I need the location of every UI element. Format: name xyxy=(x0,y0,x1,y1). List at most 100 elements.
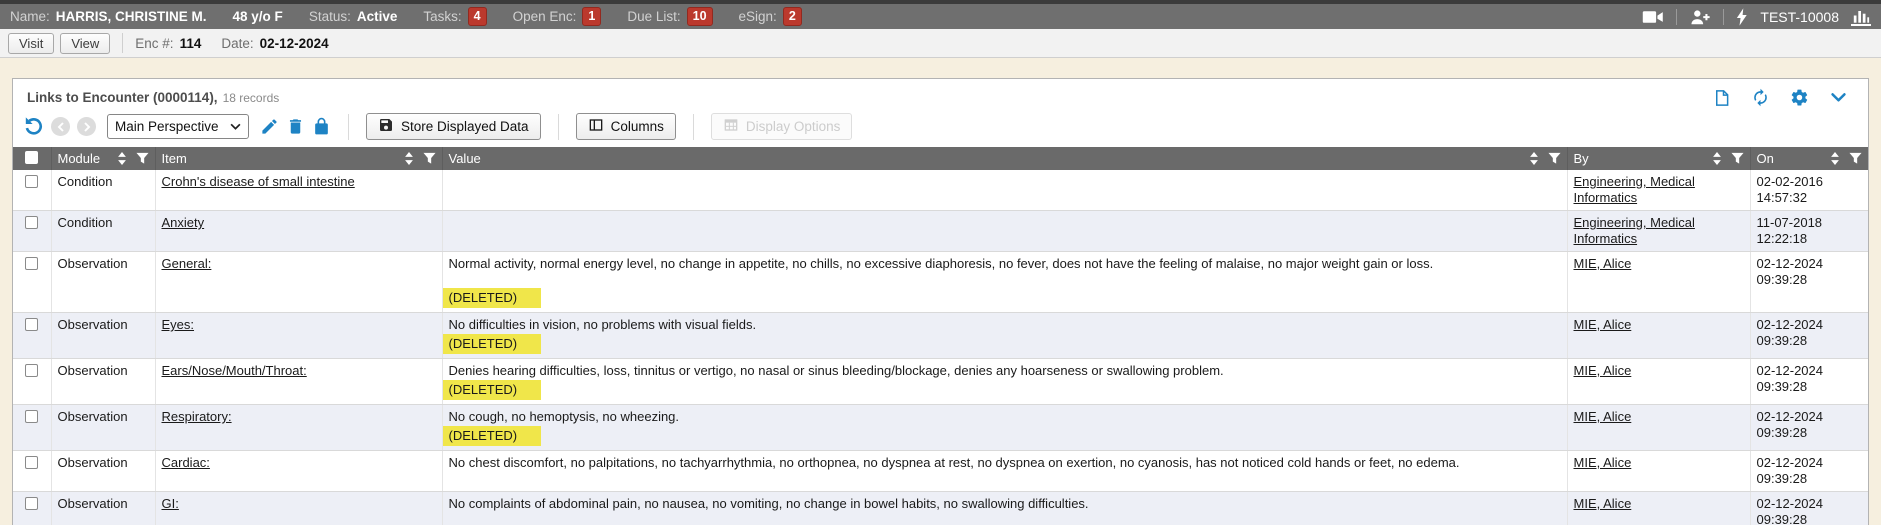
video-camera-icon[interactable] xyxy=(1642,9,1664,25)
table-row: Condition Crohn's disease of small intest… xyxy=(13,170,1868,211)
by-link[interactable]: MIE, Alice xyxy=(1574,409,1632,424)
item-link[interactable]: Crohn's disease of small intestine xyxy=(162,174,355,189)
name-label: Name: xyxy=(10,9,50,24)
filter-icon[interactable] xyxy=(423,152,436,165)
value-cell: No chest discomfort, no palpitations, no… xyxy=(442,451,1567,492)
by-link[interactable]: MIE, Alice xyxy=(1574,455,1632,470)
lock-icon[interactable] xyxy=(312,117,331,136)
by-link[interactable]: Engineering, Medical Informatics xyxy=(1574,215,1695,246)
item-link[interactable]: Cardiac: xyxy=(162,455,210,470)
sort-icon[interactable] xyxy=(1529,152,1539,165)
deleted-highlight: (DELETED) xyxy=(443,288,542,308)
sort-icon[interactable] xyxy=(404,152,414,165)
value-cell xyxy=(442,170,1567,211)
document-icon[interactable] xyxy=(1713,89,1731,107)
row-checkbox[interactable] xyxy=(25,318,38,331)
by-link[interactable]: MIE, Alice xyxy=(1574,363,1632,378)
filter-icon[interactable] xyxy=(1548,152,1561,165)
by-link[interactable]: MIE, Alice xyxy=(1574,256,1632,271)
undo-icon[interactable] xyxy=(23,116,44,137)
on-cell: 02-12-202409:39:28 xyxy=(1750,405,1868,451)
filter-icon[interactable] xyxy=(1849,152,1862,165)
sort-icon[interactable] xyxy=(1830,152,1840,165)
refresh-icon[interactable] xyxy=(1751,88,1770,107)
value-cell: No complaints of abdominal pain, no naus… xyxy=(442,492,1567,525)
item-link[interactable]: Ears/Nose/Mouth/Throat: xyxy=(162,363,307,378)
module-cell: Observation xyxy=(51,252,155,313)
by-column-header[interactable]: By xyxy=(1567,147,1750,170)
by-cell: MIE, Alice xyxy=(1567,313,1750,359)
by-cell: MIE, Alice xyxy=(1567,252,1750,313)
item-link[interactable]: Eyes: xyxy=(162,317,195,332)
item-cell: Eyes: xyxy=(155,313,442,359)
table-header-row: Module Item xyxy=(13,147,1868,170)
value-header-label: Value xyxy=(449,151,481,166)
display-options-label: Display Options xyxy=(746,119,841,134)
row-checkbox[interactable] xyxy=(25,257,38,270)
value-cell: No cough, no hemoptysis, no wheezing.(DE… xyxy=(442,405,1567,451)
lightning-icon[interactable] xyxy=(1736,8,1748,26)
enc-date-value: 02-12-2024 xyxy=(260,36,329,51)
row-checkbox[interactable] xyxy=(25,456,38,469)
by-cell: MIE, Alice xyxy=(1567,492,1750,525)
item-cell: Respiratory: xyxy=(155,405,442,451)
on-cell: 02-12-202409:39:28 xyxy=(1750,492,1868,525)
by-cell: Engineering, Medical Informatics xyxy=(1567,170,1750,211)
pencil-icon[interactable] xyxy=(260,117,279,136)
module-header-label: Module xyxy=(58,151,101,166)
table-row: ObservationEyes:No difficulties in visio… xyxy=(13,313,1868,359)
row-checkbox[interactable] xyxy=(25,175,38,188)
row-checkbox[interactable] xyxy=(25,364,38,377)
panel-title: Links to Encounter (0000114), xyxy=(27,90,218,105)
on-column-header[interactable]: On xyxy=(1750,147,1868,170)
row-checkbox[interactable] xyxy=(25,410,38,423)
on-cell: 02-12-202409:39:28 xyxy=(1750,451,1868,492)
perspective-select[interactable]: Main Perspective xyxy=(107,114,249,139)
on-date: 02-02-2016 xyxy=(1757,174,1863,190)
module-cell: Condition xyxy=(51,170,155,211)
view-button[interactable]: View xyxy=(60,33,110,54)
value-column-header[interactable]: Value xyxy=(442,147,1567,170)
row-checkbox[interactable] xyxy=(25,216,38,229)
item-link[interactable]: Respiratory: xyxy=(162,409,232,424)
item-column-header[interactable]: Item xyxy=(155,147,442,170)
module-column-header[interactable]: Module xyxy=(51,147,155,170)
item-link[interactable]: GI: xyxy=(162,496,179,511)
item-cell: Anxiety xyxy=(155,211,442,252)
chevron-down-icon[interactable] xyxy=(1829,88,1848,107)
by-link[interactable]: MIE, Alice xyxy=(1574,496,1632,511)
store-displayed-data-button[interactable]: Store Displayed Data xyxy=(366,113,541,140)
esign-badge[interactable]: 2 xyxy=(783,7,802,26)
by-link[interactable]: Engineering, Medical Informatics xyxy=(1574,174,1695,205)
sort-icon[interactable] xyxy=(117,152,127,165)
on-cell: 11-07-201812:22:18 xyxy=(1750,211,1868,252)
on-date: 11-07-2018 xyxy=(1757,215,1863,231)
columns-button[interactable]: Columns xyxy=(576,113,676,140)
open-enc-badge[interactable]: 1 xyxy=(582,7,601,26)
value-cell: Normal activity, normal energy level, no… xyxy=(442,252,1567,313)
item-link[interactable]: General: xyxy=(162,256,212,271)
divider xyxy=(1676,9,1677,25)
row-checkbox[interactable] xyxy=(25,497,38,510)
tasks-badge[interactable]: 4 xyxy=(468,7,487,26)
filter-icon[interactable] xyxy=(136,152,149,165)
patient-status: Active xyxy=(357,9,398,24)
filter-icon[interactable] xyxy=(1731,152,1744,165)
due-list-badge[interactable]: 10 xyxy=(687,7,713,26)
visit-button[interactable]: Visit xyxy=(8,33,54,54)
sort-icon[interactable] xyxy=(1712,152,1722,165)
patient-bar-actions: TEST-10008 xyxy=(1642,8,1871,26)
on-date: 02-12-2024 xyxy=(1757,363,1863,379)
module-cell: Condition xyxy=(51,211,155,252)
grid-icon xyxy=(723,117,739,136)
person-add-icon[interactable] xyxy=(1689,8,1711,26)
on-date: 02-12-2024 xyxy=(1757,256,1863,272)
row-select-cell xyxy=(13,451,51,492)
by-link[interactable]: MIE, Alice xyxy=(1574,317,1632,332)
gear-icon[interactable] xyxy=(1790,88,1809,107)
by-cell: MIE, Alice xyxy=(1567,451,1750,492)
trash-icon[interactable] xyxy=(286,117,305,136)
bar-chart-icon[interactable] xyxy=(1851,8,1871,26)
select-all-checkbox[interactable] xyxy=(25,151,38,164)
item-link[interactable]: Anxiety xyxy=(162,215,205,230)
